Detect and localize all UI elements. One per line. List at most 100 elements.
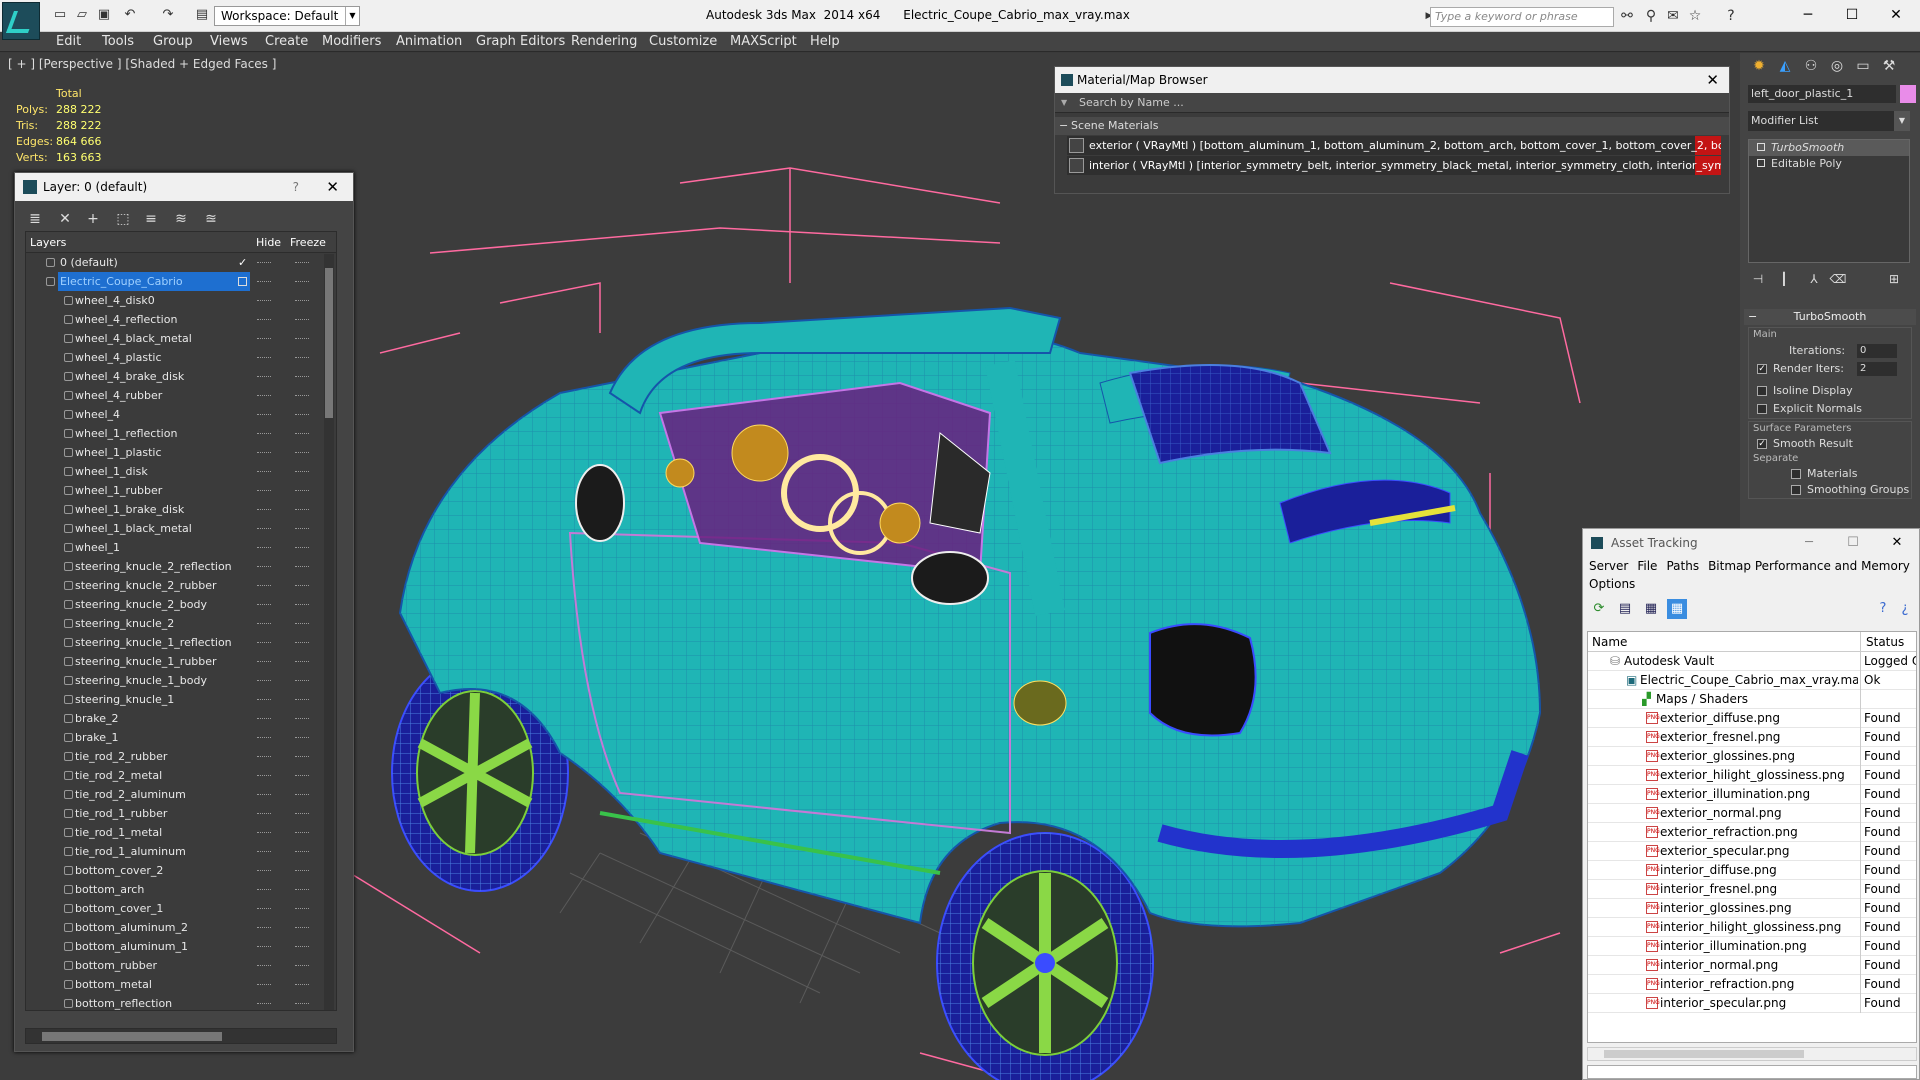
set-current-layer-icon[interactable]: ≋ bbox=[171, 209, 191, 229]
col-freeze[interactable]: Freeze bbox=[290, 236, 326, 249]
help-icon[interactable]: ? bbox=[293, 173, 299, 201]
close-icon[interactable]: ✕ bbox=[1706, 67, 1719, 93]
freeze-toggle[interactable] bbox=[295, 661, 309, 663]
layer-object-row[interactable]: steering_knucle_1_reflection bbox=[26, 633, 336, 652]
freeze-toggle[interactable] bbox=[295, 813, 309, 815]
isoline-checkbox[interactable] bbox=[1757, 386, 1767, 396]
hide-toggle[interactable] bbox=[257, 642, 271, 644]
explicit-normals-checkbox[interactable] bbox=[1757, 404, 1767, 414]
col-status[interactable]: Status bbox=[1866, 632, 1904, 652]
hide-toggle[interactable] bbox=[257, 623, 271, 625]
freeze-toggle[interactable] bbox=[295, 490, 309, 492]
lightbulb-icon[interactable] bbox=[1757, 143, 1765, 151]
layer-list[interactable]: Layers Hide Freeze 0 (default) ✓ Electri… bbox=[25, 231, 337, 1011]
hide-toggle[interactable] bbox=[257, 490, 271, 492]
motion-tab-icon[interactable]: ◎ bbox=[1826, 55, 1848, 77]
hide-toggle[interactable] bbox=[257, 946, 271, 948]
freeze-toggle[interactable] bbox=[295, 281, 309, 283]
menu-options[interactable]: Options bbox=[1589, 575, 1635, 593]
select-objects-icon[interactable]: ⬚ bbox=[113, 209, 133, 229]
col-name[interactable]: Name bbox=[1592, 632, 1627, 652]
create-tab-icon[interactable]: ✹ bbox=[1748, 55, 1770, 77]
layer-object-row[interactable]: wheel_1_plastic bbox=[26, 443, 336, 462]
layer-object-row[interactable]: bottom_reflection bbox=[26, 994, 336, 1010]
freeze-toggle[interactable] bbox=[295, 756, 309, 758]
freeze-toggle[interactable] bbox=[295, 870, 309, 872]
layer-object-row[interactable]: wheel_4_rubber bbox=[26, 386, 336, 405]
layer-object-row[interactable]: wheel_4_brake_disk bbox=[26, 367, 336, 386]
asset-row-map[interactable]: PNG exterior_hilight_glossiness.png Found bbox=[1588, 766, 1916, 785]
hide-toggle[interactable] bbox=[257, 452, 271, 454]
delete-layer-icon[interactable]: ✕ bbox=[55, 209, 75, 229]
asset-row-map[interactable]: PNG exterior_normal.png Found bbox=[1588, 804, 1916, 823]
asset-row-map[interactable]: PNG interior_fresnel.png Found bbox=[1588, 880, 1916, 899]
freeze-toggle[interactable] bbox=[295, 832, 309, 834]
freeze-toggle[interactable] bbox=[295, 604, 309, 606]
hide-toggle[interactable] bbox=[257, 357, 271, 359]
hide-toggle[interactable] bbox=[257, 718, 271, 720]
col-hide[interactable]: Hide bbox=[256, 236, 281, 249]
layer-object-row[interactable]: wheel_1_brake_disk bbox=[26, 500, 336, 519]
refresh-icon[interactable]: ⟳ bbox=[1589, 599, 1609, 619]
menu-bitmap-performance[interactable]: Bitmap Performance and Memory bbox=[1708, 557, 1910, 575]
layer-object-row[interactable]: steering_knucle_2_reflection bbox=[26, 557, 336, 576]
hide-toggle[interactable] bbox=[257, 547, 271, 549]
freeze-toggle[interactable] bbox=[295, 927, 309, 929]
hide-toggle[interactable] bbox=[257, 813, 271, 815]
minimize-button[interactable]: ─ bbox=[1788, 4, 1828, 26]
hide-toggle[interactable] bbox=[257, 566, 271, 568]
render-iters-spinner[interactable]: 2 bbox=[1857, 362, 1897, 376]
freeze-toggle[interactable] bbox=[295, 262, 309, 264]
open-file-icon[interactable]: ▱ bbox=[74, 8, 90, 22]
close-icon[interactable]: ✕ bbox=[326, 173, 339, 201]
freeze-toggle[interactable] bbox=[295, 1003, 309, 1005]
menu-create[interactable]: Create bbox=[265, 34, 308, 50]
freeze-toggle[interactable] bbox=[295, 471, 309, 473]
help-icon[interactable]: ? bbox=[1873, 599, 1893, 619]
layer-object-row[interactable]: wheel_1_reflection bbox=[26, 424, 336, 443]
freeze-toggle[interactable] bbox=[295, 946, 309, 948]
layer-object-row[interactable]: steering_knucle_1_rubber bbox=[26, 652, 336, 671]
asset-row-map[interactable]: PNG exterior_specular.png Found bbox=[1588, 842, 1916, 861]
hide-toggle[interactable] bbox=[257, 699, 271, 701]
freeze-toggle[interactable] bbox=[295, 414, 309, 416]
hide-toggle[interactable] bbox=[257, 262, 271, 264]
freeze-toggle[interactable] bbox=[295, 851, 309, 853]
freeze-toggle[interactable] bbox=[295, 376, 309, 378]
menu-animation[interactable]: Animation bbox=[396, 34, 462, 50]
asset-row-map[interactable]: PNG exterior_glossines.png Found bbox=[1588, 747, 1916, 766]
render-iters-checkbox[interactable]: ✓ bbox=[1757, 364, 1767, 374]
about-icon[interactable]: ¿ bbox=[1895, 599, 1915, 619]
iterations-spinner[interactable]: 0 bbox=[1857, 344, 1897, 358]
freeze-toggle[interactable] bbox=[295, 794, 309, 796]
hierarchy-tab-icon[interactable]: ⚇ bbox=[1800, 55, 1822, 77]
hide-toggle[interactable] bbox=[257, 775, 271, 777]
search-input[interactable]: Type a keyword or phrase bbox=[1430, 7, 1614, 27]
layer-object-row[interactable]: tie_rod_1_metal bbox=[26, 823, 336, 842]
freeze-toggle[interactable] bbox=[295, 528, 309, 530]
hide-toggle[interactable] bbox=[257, 528, 271, 530]
layer-object-row[interactable]: wheel_1_disk bbox=[26, 462, 336, 481]
scrollbar-thumb[interactable] bbox=[1604, 1050, 1804, 1058]
freeze-toggle[interactable] bbox=[295, 547, 309, 549]
asset-row-vault[interactable]: ⛁ Autodesk Vault Logged O bbox=[1588, 652, 1916, 671]
help-icon[interactable]: ? bbox=[1722, 8, 1740, 24]
hide-all-icon[interactable]: ≊ bbox=[201, 209, 221, 229]
menu-views[interactable]: Views bbox=[210, 34, 248, 50]
freeze-toggle[interactable] bbox=[295, 984, 309, 986]
object-name-field[interactable]: left_door_plastic_1 bbox=[1748, 85, 1896, 103]
material-search-input[interactable]: Search by Name ... bbox=[1055, 93, 1729, 113]
configure-sets-icon[interactable]: ⊞ bbox=[1884, 269, 1904, 289]
add-to-layer-icon[interactable]: + bbox=[83, 209, 103, 229]
layer-object-row[interactable]: tie_rod_2_metal bbox=[26, 766, 336, 785]
layer-object-row[interactable]: bottom_cover_2 bbox=[26, 861, 336, 880]
freeze-toggle[interactable] bbox=[295, 965, 309, 967]
smooth-result-checkbox[interactable]: ✓ bbox=[1757, 439, 1767, 449]
freeze-toggle[interactable] bbox=[295, 357, 309, 359]
stack-item-editable-poly[interactable]: Editable Poly bbox=[1749, 156, 1909, 172]
layer-object-row[interactable]: bottom_metal bbox=[26, 975, 336, 994]
layer-object-row[interactable]: steering_knucle_1_body bbox=[26, 671, 336, 690]
asset-row-map[interactable]: PNG interior_hilight_glossiness.png Found bbox=[1588, 918, 1916, 937]
grid-view-icon[interactable]: ▦ bbox=[1667, 599, 1687, 619]
layer-object-row[interactable]: wheel_1_black_metal bbox=[26, 519, 336, 538]
